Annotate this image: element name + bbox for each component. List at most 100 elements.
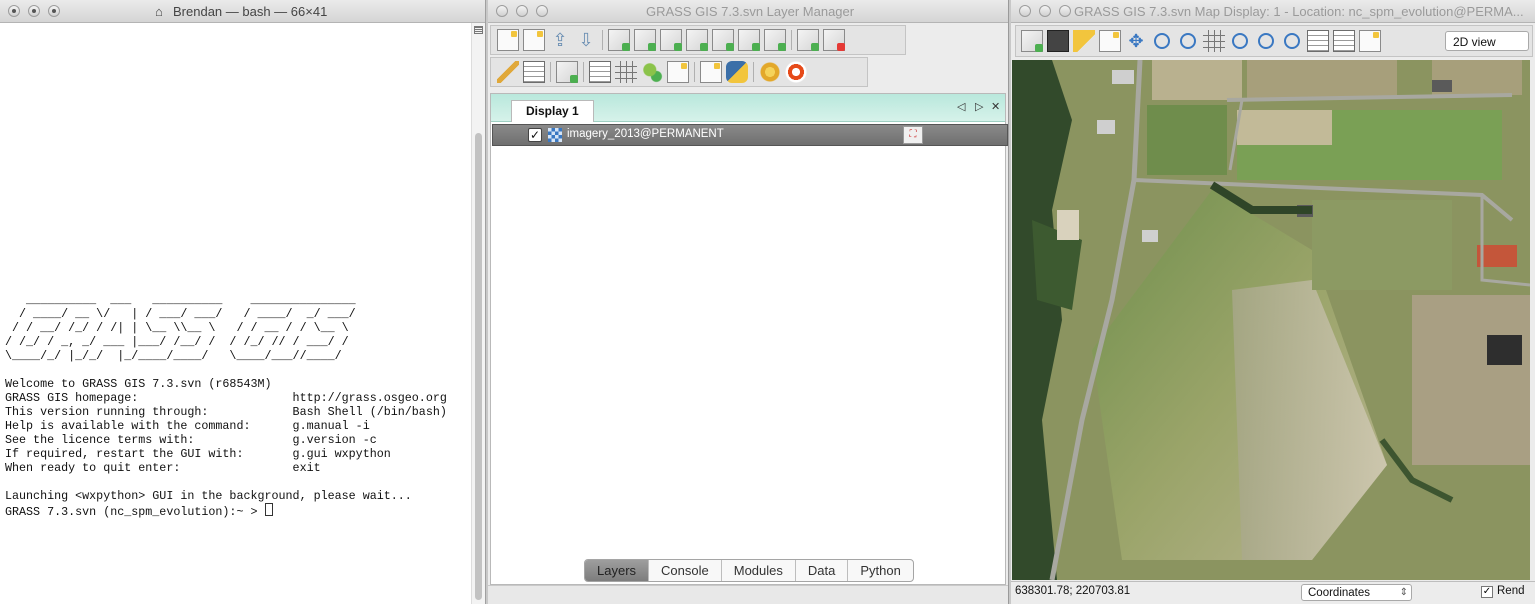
remove-layer-icon[interactable]: [823, 29, 845, 51]
add-raster-icon[interactable]: [608, 29, 630, 51]
minimize-window-button[interactable]: [28, 5, 40, 17]
render-map-icon[interactable]: [1047, 30, 1069, 52]
query-icon[interactable]: [1099, 30, 1121, 52]
pointer-icon[interactable]: [1073, 30, 1095, 52]
zoom-window-button[interactable]: [536, 5, 548, 17]
layer-manager-title: GRASS GIS 7.3.svn Layer Manager: [646, 4, 855, 19]
grass-ascii-banner: __________ ___ __________ ______________…: [5, 293, 356, 363]
terminal-text: __________ ___ __________ ______________…: [5, 293, 447, 519]
minimize-window-button[interactable]: [1039, 5, 1051, 17]
analyze-icon[interactable]: [1307, 30, 1329, 52]
terminal-line: This version running through: Bash Shell…: [5, 405, 447, 419]
scroll-marker-icon[interactable]: [474, 26, 483, 34]
layer-manager-toolbar-2: [490, 57, 868, 87]
tab-python[interactable]: Python: [848, 560, 912, 581]
coordinates-readout: 638301.78; 220703.81: [1015, 585, 1131, 597]
zoom-options-icon[interactable]: [1284, 33, 1300, 49]
map-display-window: GRASS GIS 7.3.svn Map Display: 1 - Locat…: [1011, 0, 1535, 604]
terminal-cursor[interactable]: [264, 503, 273, 516]
aerial-imagery: [1012, 60, 1530, 580]
tab-next-icon[interactable]: ▷: [975, 100, 983, 113]
toolbar-separator: [602, 30, 603, 50]
close-window-button[interactable]: [8, 5, 20, 17]
terminal-line: When ready to quit enter: exit: [5, 461, 321, 475]
zoom-in-icon[interactable]: [1154, 33, 1170, 49]
status-mode-select[interactable]: Coordinates: [1301, 584, 1412, 601]
open-workspace-icon[interactable]: [523, 29, 545, 51]
layer-tree-item[interactable]: ✓ imagery_2013@PERMANENT ⛶: [492, 124, 1008, 146]
save-image-icon[interactable]: [1359, 30, 1381, 52]
terminal-output[interactable]: __________ ___ __________ ______________…: [0, 23, 472, 604]
render-checkbox[interactable]: ✓: [1481, 586, 1493, 598]
layer-manager-toolbar-1: ⇪ ⇩: [490, 25, 906, 55]
raster-layer-icon: [548, 128, 562, 142]
zoom-region-icon[interactable]: [1232, 33, 1248, 49]
terminal-scrollbar[interactable]: [471, 23, 485, 604]
launch-script-icon[interactable]: [700, 61, 722, 83]
tab-data[interactable]: Data: [796, 560, 849, 581]
close-window-button[interactable]: [1019, 5, 1031, 17]
help-icon[interactable]: [785, 61, 807, 83]
add-vector-icon[interactable]: [686, 29, 708, 51]
tab-layers[interactable]: Layers: [585, 560, 650, 581]
attribute-table-icon[interactable]: [523, 61, 545, 83]
terminal-line: Help is available with the command: g.ma…: [5, 419, 370, 433]
graphical-modeler-icon[interactable]: [641, 61, 663, 83]
map-canvas[interactable]: [1012, 60, 1530, 580]
home-icon: ⌂: [155, 4, 163, 19]
new-workspace-icon[interactable]: [497, 29, 519, 51]
georectifier-icon[interactable]: [615, 61, 637, 83]
close-window-button[interactable]: [496, 5, 508, 17]
zoom-to-extent-icon[interactable]: [1203, 30, 1225, 52]
add-vector-misc-icon[interactable]: [738, 29, 760, 51]
add-multiple-vector-icon[interactable]: [712, 29, 734, 51]
toolbar-separator: [550, 62, 551, 82]
toolbar-separator: [583, 62, 584, 82]
layer-notebook: Display 1 ◁ ▷ ✕ ✓ imagery_2013@PERMANENT…: [490, 93, 1008, 585]
toolbar-separator: [791, 30, 792, 50]
save-workspace-icon[interactable]: ⇩: [575, 29, 597, 51]
tab-console[interactable]: Console: [649, 560, 722, 581]
new-map-display-icon[interactable]: [556, 61, 578, 83]
raster-calculator-icon[interactable]: [589, 61, 611, 83]
cartographic-composer-icon[interactable]: [667, 61, 689, 83]
terminal-line: Welcome to GRASS GIS 7.3.svn (r68543M): [5, 377, 272, 391]
layer-name: imagery_2013@PERMANENT: [567, 128, 724, 140]
zoom-back-icon[interactable]: [1258, 33, 1274, 49]
minimize-window-button[interactable]: [516, 5, 528, 17]
terminal-titlebar: ⌂ Brendan — bash — 66×41: [0, 0, 485, 23]
layer-manager-titlebar: GRASS GIS 7.3.svn Layer Manager: [488, 0, 1008, 23]
zoom-window-button[interactable]: [1059, 5, 1071, 17]
map-display-statusbar: 638301.78; 220703.81 Coordinates ✓ Rend: [1011, 581, 1535, 604]
display-map-icon[interactable]: [1021, 30, 1043, 52]
tab-close-icon[interactable]: ✕: [991, 100, 1000, 113]
add-group-icon[interactable]: [797, 29, 819, 51]
terminal-window: ⌂ Brendan — bash — 66×41 __________ ___ …: [0, 0, 486, 604]
load-map-layers-icon[interactable]: ⇪: [549, 29, 571, 51]
layer-manager-statusbar: [488, 585, 1008, 604]
tab-prev-icon[interactable]: ◁: [957, 100, 965, 113]
python-shell-icon[interactable]: [726, 61, 748, 83]
terminal-scroll-thumb[interactable]: [475, 133, 482, 600]
pan-icon[interactable]: ✥: [1125, 30, 1147, 52]
layer-manager-window: GRASS GIS 7.3.svn Layer Manager ⇪ ⇩ Disp…: [488, 0, 1009, 604]
decoration-icon[interactable]: [1333, 30, 1355, 52]
layer-manager-bottom-tabs: Layers Console Modules Data Python: [584, 559, 914, 582]
layer-properties-icon[interactable]: ⛶: [903, 126, 923, 144]
add-overlay-icon[interactable]: [764, 29, 786, 51]
zoom-window-button[interactable]: [48, 5, 60, 17]
zoom-out-icon[interactable]: [1180, 33, 1196, 49]
map-display-titlebar: GRASS GIS 7.3.svn Map Display: 1 - Locat…: [1011, 0, 1535, 23]
view-mode-select[interactable]: 2D view: [1445, 31, 1529, 51]
terminal-line: GRASS GIS homepage: http://grass.osgeo.o…: [5, 391, 447, 405]
tab-display-1[interactable]: Display 1: [511, 100, 594, 122]
settings-icon[interactable]: [759, 61, 781, 83]
edit-vector-icon[interactable]: [497, 61, 519, 83]
layer-visibility-checkbox[interactable]: ✓: [528, 128, 542, 142]
toolbar-separator: [753, 62, 754, 82]
map-display-toolbar: ✥ 2D view: [1015, 25, 1533, 57]
tab-modules[interactable]: Modules: [722, 560, 796, 581]
terminal-title: Brendan — bash — 66×41: [173, 4, 328, 19]
add-multiple-raster-icon[interactable]: [634, 29, 656, 51]
add-raster-misc-icon[interactable]: [660, 29, 682, 51]
